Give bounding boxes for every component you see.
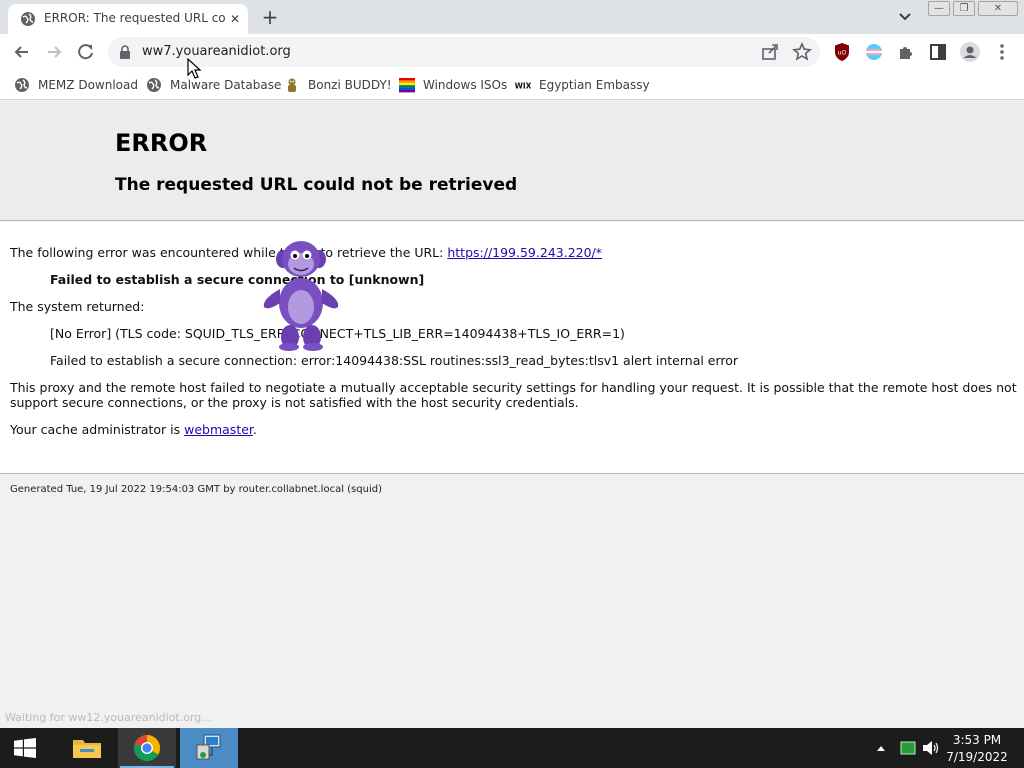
page-content: ERROR The requested URL could not be ret…	[0, 101, 1024, 728]
taskbar-clock-date[interactable]: 7/19/2022	[942, 750, 1012, 764]
globe-icon	[21, 12, 35, 26]
profile-avatar-icon[interactable]	[958, 40, 982, 64]
page-subtitle: The requested URL could not be retrieved	[115, 175, 518, 195]
explanation-line-1: This proxy and the remote host failed to…	[10, 380, 1017, 395]
windows-taskbar: 3:53 PM 7/19/2022	[0, 728, 1024, 768]
url-text[interactable]: ww7.youareanidiot.org	[142, 44, 291, 59]
error-body: The following error was encountered whil…	[0, 222, 1024, 474]
error-url-link[interactable]: https://199.59.243.220/*	[447, 245, 602, 260]
svg-text:WIX: WIX	[515, 82, 531, 91]
error-failure: Failed to establish a secure connection …	[50, 272, 425, 287]
show-hidden-icons-chevron-icon[interactable]	[876, 744, 886, 752]
lock-icon[interactable]	[119, 45, 131, 59]
svg-text:uO: uO	[838, 50, 847, 57]
bookmark-label: Windows ISOs	[423, 78, 508, 92]
tab-close-icon[interactable]: ✕	[226, 10, 244, 28]
cache-admin-suffix: .	[252, 422, 257, 437]
taskbar-chrome[interactable]	[118, 728, 176, 768]
taskbar-clock-time[interactable]: 3:53 PM	[942, 733, 1012, 747]
back-icon[interactable]	[8, 38, 36, 66]
cache-admin-line: Your cache administrator is webmaster.	[10, 422, 257, 437]
browser-toolbar: ww7.youareanidiot.org uO	[0, 34, 1024, 70]
new-tab-button[interactable]: +	[258, 6, 282, 28]
page-title: ERROR	[115, 129, 208, 157]
globe-icon	[15, 78, 29, 92]
restore-button[interactable]: ❐	[953, 1, 975, 16]
speaker-volume-icon[interactable]	[922, 740, 940, 756]
tray-app-icon[interactable]	[900, 741, 916, 755]
cache-admin-prefix: Your cache administrator is	[10, 422, 185, 437]
bookmark-label: MEMZ Download	[38, 78, 138, 92]
error-intro-text: The following error was encountered whil…	[10, 245, 448, 260]
bookmark-star-icon[interactable]	[790, 40, 814, 64]
error-header: ERROR The requested URL could not be ret…	[0, 101, 1024, 221]
extensions-puzzle-icon[interactable]	[894, 40, 918, 64]
trans-flag-extension-icon[interactable]	[862, 40, 886, 64]
globe-icon	[147, 78, 161, 92]
bookmarks-bar: MEMZ Download Malware Database Bonzi BUD…	[0, 70, 1024, 100]
wix-icon: WIX	[515, 82, 531, 91]
tab-strip: ERROR: The requested URL could not be re…	[0, 0, 1024, 34]
forward-icon[interactable]	[40, 38, 68, 66]
status-bubble: Waiting for ww12.youareanidiot.org...	[0, 708, 220, 728]
taskbar-file-explorer[interactable]	[58, 728, 116, 768]
explanation-line-2: support secure connections, or the proxy…	[10, 395, 579, 410]
bookmark-label: Egyptian Embassy	[539, 78, 650, 92]
menu-kebab-icon[interactable]	[990, 40, 1014, 64]
bookmark-bonzi-buddy[interactable]: Bonzi BUDDY!	[284, 76, 392, 94]
taskbar-network-app[interactable]	[180, 728, 238, 768]
network-icon	[196, 734, 221, 760]
ublock-origin-icon[interactable]: uO	[830, 40, 854, 64]
folder-icon	[73, 740, 101, 758]
address-bar[interactable]: ww7.youareanidiot.org	[108, 37, 820, 67]
bookmark-label: Malware Database	[170, 78, 282, 92]
webmaster-link[interactable]: webmaster	[184, 422, 253, 437]
rainbow-flag-icon	[399, 78, 415, 93]
bookmark-label: Bonzi BUDDY!	[308, 78, 392, 92]
side-panel-icon[interactable]	[926, 40, 950, 64]
bookmark-memz-download[interactable]: MEMZ Download	[14, 76, 138, 94]
reload-icon[interactable]	[72, 38, 100, 66]
generated-footer: Generated Tue, 19 Jul 2022 19:54:03 GMT …	[10, 484, 382, 495]
mouse-cursor-icon	[187, 58, 202, 79]
close-window-button[interactable]: ✕	[978, 1, 1018, 16]
chrome-icon	[133, 734, 161, 762]
ssl-error: Failed to establish a secure connection:…	[50, 353, 739, 368]
minimize-button[interactable]: —	[928, 1, 950, 16]
windows-start-icon[interactable]	[14, 738, 36, 758]
bookmark-malware-database[interactable]: Malware Database	[146, 76, 281, 94]
tab-active[interactable]: ERROR: The requested URL could not be re…	[8, 4, 248, 34]
bookmark-windows-isos[interactable]: Windows ISOs	[399, 76, 507, 94]
bonzi-icon	[288, 78, 296, 92]
system-returned-label: The system returned:	[10, 299, 145, 314]
bonzi-buddy-character[interactable]	[258, 237, 344, 353]
share-icon[interactable]	[758, 40, 782, 64]
tab-search-chevron-icon[interactable]	[894, 8, 916, 26]
bookmark-egyptian-embassy[interactable]: WIX Egyptian Embassy	[515, 76, 650, 94]
tab-title: ERROR: The requested URL could not be re…	[44, 11, 226, 25]
